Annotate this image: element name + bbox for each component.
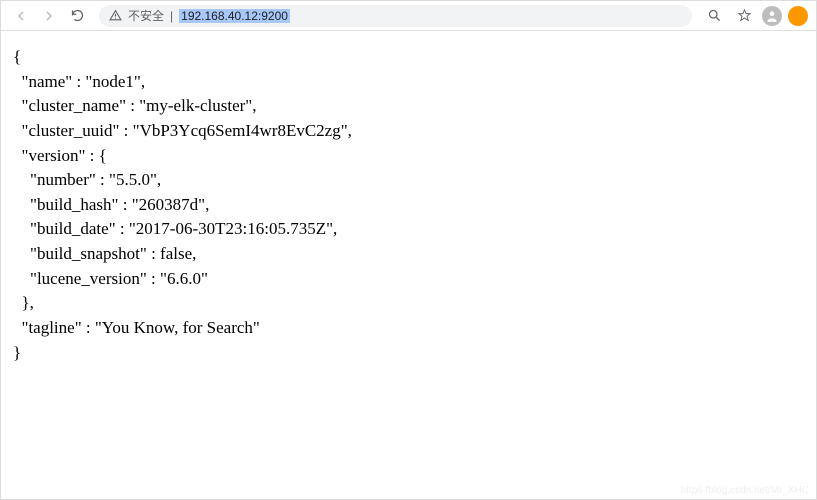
zoom-icon[interactable]: [702, 4, 726, 28]
url-input[interactable]: 不安全 | 192.168.40.12:9200: [99, 5, 692, 27]
back-icon[interactable]: [9, 4, 33, 28]
response-body: { "name" : "node1", "cluster_name" : "my…: [1, 31, 816, 499]
bookmark-star-icon[interactable]: [732, 4, 756, 28]
url-text: 192.168.40.12:9200: [179, 9, 290, 23]
forward-icon[interactable]: [37, 4, 61, 28]
address-bar: 不安全 | 192.168.40.12:9200: [1, 1, 816, 31]
profile-avatar-icon[interactable]: [762, 6, 782, 26]
watermark: https-fblog.csdn.net/Mr_XHC: [681, 485, 809, 496]
insecure-warning-icon: [109, 9, 122, 22]
extension-badge-icon[interactable]: [788, 6, 808, 26]
insecure-label: 不安全: [128, 7, 164, 24]
url-separator: |: [170, 9, 173, 23]
toolbar-right: [702, 4, 808, 28]
reload-icon[interactable]: [65, 4, 89, 28]
